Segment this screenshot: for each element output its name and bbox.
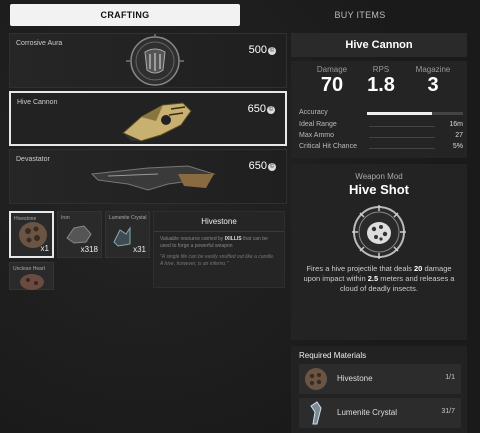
- required-materials-panel: Required Materials Hivestone 1/1 Lumenit…: [291, 346, 467, 433]
- material-slot-hivestone[interactable]: Hivestone x1: [9, 211, 54, 258]
- weapon-card-devastator[interactable]: Devastator 650 ©: [9, 149, 287, 204]
- material-info-title: Hivestone: [154, 212, 284, 232]
- iron-icon: [66, 225, 92, 244]
- hive-shot-icon: [352, 205, 406, 259]
- required-materials-title: Required Materials: [299, 351, 367, 360]
- stat-rps: RPS 1.8: [367, 65, 395, 96]
- lumenite-crystal-icon: [310, 401, 322, 425]
- material-slot-lumenite-crystal[interactable]: Lumenite Crystal x31: [105, 211, 150, 258]
- accuracy-bar: [367, 112, 463, 115]
- material-info-panel: Hivestone Valuable resource carried by I…: [153, 211, 285, 288]
- stat-row-ideal-range: Ideal Range 16m: [299, 121, 463, 128]
- coin-icon: ©: [268, 163, 276, 171]
- weapon-card-corrosive-aura[interactable]: Corrosive Aura 500 ©: [9, 33, 287, 88]
- hivestone-icon: [305, 368, 327, 390]
- hive-cannon-icon: [122, 102, 192, 142]
- weapon-stats-panel: Damage 70 RPS 1.8 Magazine 3 Accuracy Id…: [291, 61, 467, 158]
- material-name: Iron: [61, 215, 70, 221]
- weapon-name: Devastator: [16, 156, 50, 163]
- required-item-hivestone: Hivestone 1/1: [299, 364, 461, 394]
- coin-icon: ©: [267, 106, 275, 114]
- material-slot-iron[interactable]: Iron x318: [57, 211, 102, 258]
- required-item-lumenite-crystal: Lumenite Crystal 31/7: [299, 398, 461, 428]
- material-name: Lumenite Crystal: [109, 215, 147, 221]
- devastator-icon: [90, 165, 216, 191]
- material-count: x1: [40, 244, 49, 253]
- weapon-name: Corrosive Aura: [16, 40, 63, 47]
- weapon-card-hive-cannon[interactable]: Hive Cannon 650 ©: [9, 91, 287, 146]
- weapon-price: 650 ©: [247, 103, 275, 115]
- weapon-price: 650 ©: [248, 160, 276, 172]
- material-count: x318: [80, 245, 98, 254]
- corrosive-aura-emblem-icon: [126, 34, 184, 86]
- tab-crafting[interactable]: CRAFTING: [10, 4, 240, 26]
- weapon-mod-description: Fires a hive projectile that deals 20 da…: [303, 264, 455, 293]
- weapon-mod-panel: Weapon Mod Hive Shot Fires a hive projec…: [291, 164, 467, 340]
- material-info-quote: "A single life can be easily snuffed out…: [160, 254, 275, 267]
- stat-magazine: Magazine 3: [415, 65, 451, 96]
- material-slot-unclean-heart[interactable]: Unclean Heart: [9, 262, 54, 290]
- weapon-mod-label: Weapon Mod: [355, 172, 403, 181]
- unclean-heart-icon: [20, 274, 44, 290]
- coin-icon: ©: [268, 47, 276, 55]
- stat-row-crit-chance: Critical Hit Chance 5%: [299, 143, 463, 150]
- weapon-mod-name: Hive Shot: [349, 182, 409, 197]
- material-count: x31: [133, 245, 146, 254]
- stat-row-max-ammo: Max Ammo 27: [299, 132, 463, 139]
- weapon-price: 500 ©: [248, 44, 276, 56]
- lumenite-crystal-icon: [113, 226, 131, 247]
- material-info-description: Valuable resource carried by IXILLIS tha…: [160, 236, 268, 249]
- weapon-name: Hive Cannon: [17, 99, 58, 106]
- tab-buy-items[interactable]: BUY ITEMS: [250, 4, 470, 26]
- stat-damage: Damage 70: [316, 65, 348, 96]
- accuracy-row: Accuracy: [299, 109, 463, 119]
- weapon-title: Hive Cannon: [291, 33, 467, 57]
